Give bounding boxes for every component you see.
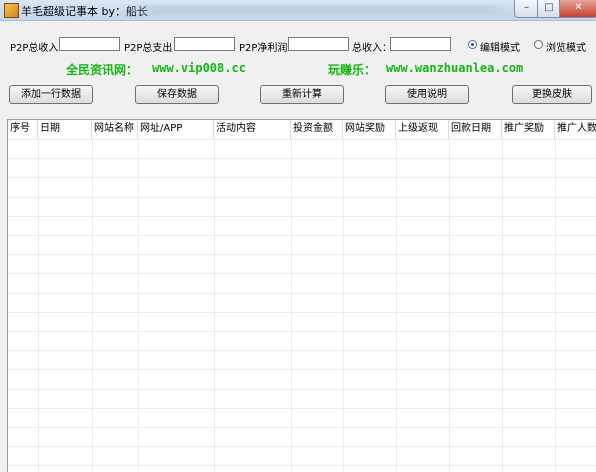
main-panel: P2P总收入： P2P总支出： P2P净利润： 总收入： 编辑模式 浏览模式 全… <box>0 21 596 472</box>
grid-column-line <box>138 139 139 472</box>
grid-column-line <box>291 139 292 472</box>
browse-mode-label: 浏览模式 <box>546 43 586 54</box>
column-header[interactable]: 日期 <box>38 120 92 139</box>
grid-column-line <box>343 139 344 472</box>
title-bar-blur <box>120 5 520 15</box>
grid-row-line <box>8 197 596 198</box>
column-header[interactable]: 网址/APP <box>138 120 214 139</box>
grid-row-line <box>8 427 596 428</box>
grid-column-line <box>502 139 503 472</box>
grid-row-line <box>8 216 596 217</box>
grid-row-line <box>8 293 596 294</box>
grid-body[interactable] <box>8 139 596 472</box>
grid-row-line <box>8 235 596 236</box>
total-label: 总收入： <box>352 43 392 54</box>
grid-column-line <box>396 139 397 472</box>
grid-row-line <box>8 312 596 313</box>
grid-row-line <box>8 273 596 274</box>
grid-column-line <box>214 139 215 472</box>
column-header[interactable]: 网站奖励 <box>343 120 396 139</box>
promo-left-url[interactable]: www.vip008.cc <box>152 61 246 75</box>
help-button[interactable]: 使用说明 <box>385 85 469 104</box>
recalc-button[interactable]: 重新计算 <box>260 85 344 104</box>
column-header[interactable]: 序号 <box>8 120 38 139</box>
grid-column-line <box>449 139 450 472</box>
column-header[interactable]: 上级返现 <box>396 120 449 139</box>
grid-row-line <box>8 408 596 409</box>
promo-right-name: 玩赚乐： <box>328 63 377 77</box>
grid-row-line <box>8 369 596 370</box>
maximize-button[interactable]: □ <box>537 0 561 18</box>
data-grid[interactable]: 序号 日期 网站名称 网址/APP 活动内容 投资金额 网站奖励 上级返现 回款… <box>7 119 596 472</box>
skin-button[interactable]: 更换皮肤 <box>512 85 592 104</box>
add-row-button[interactable]: 添加一行数据 <box>9 85 93 104</box>
grid-header: 序号 日期 网站名称 网址/APP 活动内容 投资金额 网站奖励 上级返现 回款… <box>8 120 596 139</box>
expense-field[interactable] <box>174 37 235 51</box>
column-header[interactable]: 网站名称 <box>92 120 138 139</box>
app-icon <box>4 3 19 18</box>
grid-row-line <box>8 177 596 178</box>
grid-row-line <box>8 465 596 466</box>
grid-row-line <box>8 446 596 447</box>
grid-column-line <box>38 139 39 472</box>
close-button[interactable]: ✕ <box>559 0 596 18</box>
grid-row-line <box>8 331 596 332</box>
browse-mode-radio[interactable] <box>534 40 543 49</box>
title-bar: 羊毛超级记事本 by：船长 – □ ✕ <box>0 0 596 21</box>
edit-mode-label: 编辑模式 <box>480 43 520 54</box>
total-field[interactable] <box>390 37 451 51</box>
column-header[interactable]: 推广人数 <box>555 120 596 139</box>
profit-field[interactable] <box>288 37 349 51</box>
edit-mode-radio[interactable] <box>468 40 477 49</box>
column-header[interactable]: 活动内容 <box>214 120 291 139</box>
grid-row-line <box>8 254 596 255</box>
column-header[interactable]: 投资金额 <box>291 120 343 139</box>
grid-row-line <box>8 350 596 351</box>
save-button[interactable]: 保存数据 <box>135 85 219 104</box>
grid-row-line <box>8 158 596 159</box>
column-header[interactable]: 回款日期 <box>449 120 502 139</box>
grid-row-line <box>8 139 596 140</box>
income-field[interactable] <box>59 37 120 51</box>
column-header[interactable]: 推广奖励 <box>502 120 555 139</box>
minimize-button[interactable]: – <box>514 0 539 18</box>
grid-column-line <box>555 139 556 472</box>
promo-left-name: 全民资讯网： <box>66 63 139 77</box>
promo-right-url[interactable]: www.wanzhuanlea.com <box>386 61 523 75</box>
grid-column-line <box>92 139 93 472</box>
grid-row-line <box>8 389 596 390</box>
